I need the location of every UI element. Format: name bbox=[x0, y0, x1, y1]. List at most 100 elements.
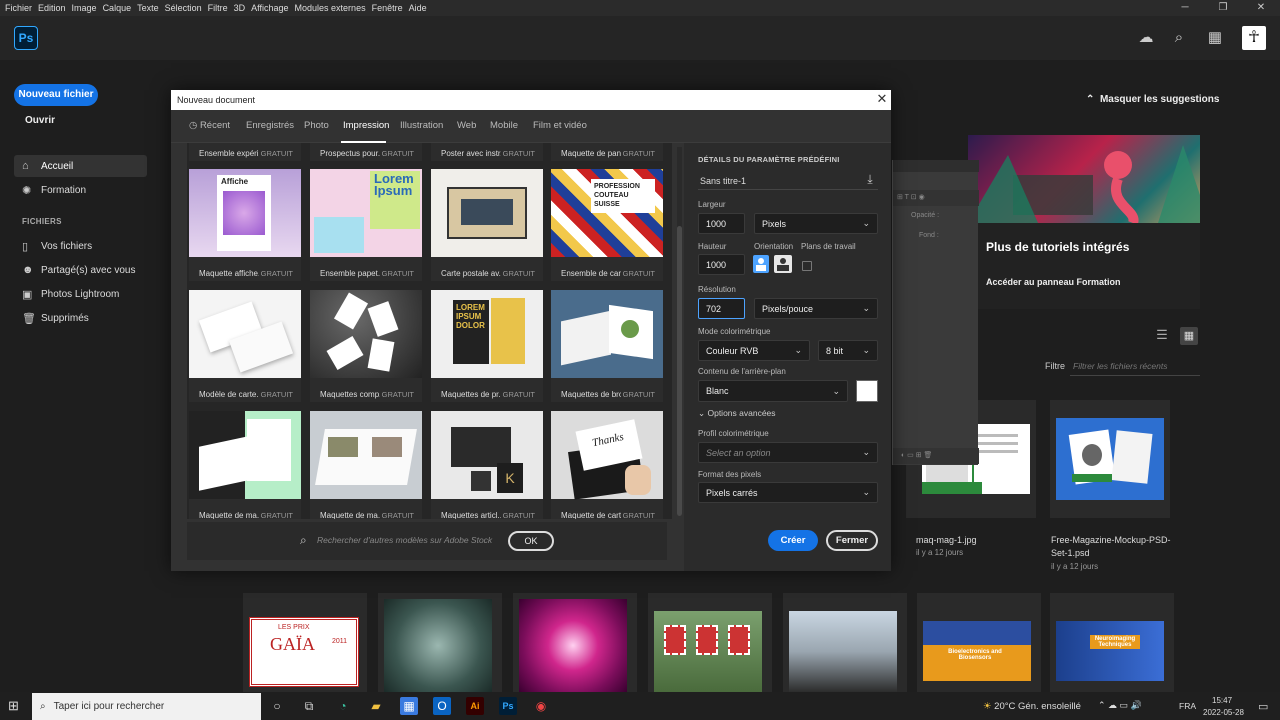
resolution-unit-select[interactable]: Pixels/pouce ⌄ bbox=[754, 298, 878, 319]
recent-file-card[interactable] bbox=[513, 593, 637, 692]
language-indicator[interactable]: FRA bbox=[1179, 701, 1196, 711]
recent-file-card[interactable] bbox=[378, 593, 502, 692]
learn-panel-link[interactable]: Accéder au panneau Formation bbox=[986, 277, 1121, 287]
menu-filtre[interactable]: Filtre bbox=[205, 3, 231, 13]
close-window-icon[interactable]: ✕ bbox=[1242, 0, 1280, 16]
template-card[interactable]: Maquette de ma... GRATUIT bbox=[310, 411, 422, 519]
menu-edition[interactable]: Edition bbox=[35, 3, 69, 13]
tab-recent[interactable]: ◷ Récent bbox=[189, 120, 230, 131]
landscape-orientation-button[interactable] bbox=[774, 255, 792, 273]
search-icon[interactable]: ⌕ bbox=[1169, 28, 1189, 48]
sidebar-item-your-files[interactable]: ▯ Vos fichiers bbox=[14, 235, 147, 257]
clock-time[interactable]: 15:47 bbox=[1212, 696, 1232, 705]
sidebar-item-home[interactable]: ⌂ Accueil bbox=[14, 155, 147, 177]
width-unit-select[interactable]: Pixels ⌄ bbox=[754, 213, 878, 234]
new-file-button[interactable]: Nouveau fichier bbox=[14, 84, 98, 106]
template-card[interactable]: Poster avec instr... GRATUIT bbox=[431, 143, 543, 161]
background-color-swatch[interactable] bbox=[856, 380, 878, 402]
save-preset-icon[interactable]: ⤓ bbox=[862, 172, 878, 188]
dialog-close-icon[interactable]: ✕ bbox=[876, 92, 888, 106]
menu-fenetre[interactable]: Fenêtre bbox=[369, 3, 406, 13]
store-icon[interactable]: ▦ bbox=[400, 697, 418, 715]
cortana-icon[interactable]: ○ bbox=[268, 697, 286, 715]
minimize-icon[interactable]: ─ bbox=[1166, 0, 1204, 16]
template-card[interactable]: Prospectus pour... GRATUIT bbox=[310, 143, 422, 161]
outlook-icon[interactable]: O bbox=[433, 697, 451, 715]
tab-print[interactable]: Impression bbox=[343, 120, 389, 131]
tab-mobile[interactable]: Mobile bbox=[490, 120, 518, 131]
portrait-orientation-button[interactable] bbox=[753, 255, 769, 273]
menu-modules[interactable]: Modules externes bbox=[292, 3, 369, 13]
template-card[interactable]: LOREM IPSUM DOLOR Maquettes de pr... GRAT… bbox=[431, 290, 543, 402]
template-card[interactable]: Maquette de pan...GRATUIT bbox=[551, 143, 663, 161]
menu-image[interactable]: Image bbox=[69, 3, 100, 13]
recent-file-name[interactable]: maq-mag-1.jpg bbox=[916, 535, 977, 545]
menu-calque[interactable]: Calque bbox=[100, 3, 135, 13]
tray-icons[interactable]: ⌃ ☁ ▭ 🔊 bbox=[1098, 700, 1142, 711]
filter-input[interactable]: Filtrer les fichiers récents bbox=[1070, 358, 1200, 376]
windows-start-icon[interactable]: ⊞ bbox=[8, 698, 22, 713]
template-card[interactable]: Ensemble expéri... GRATUIT bbox=[189, 143, 301, 161]
taskbar-search[interactable]: ⌕ Taper ici pour rechercher bbox=[32, 693, 261, 720]
tab-illustration[interactable]: Illustration bbox=[400, 120, 443, 131]
cloud-icon[interactable]: ☁ bbox=[1136, 28, 1156, 48]
recent-file-card[interactable] bbox=[783, 593, 907, 692]
menu-fichier[interactable]: Fichier bbox=[2, 3, 35, 13]
menu-3d[interactable]: 3D bbox=[231, 3, 249, 13]
maximize-icon[interactable]: ❐ bbox=[1204, 0, 1242, 16]
recent-file-name[interactable]: Free-Magazine-Mockup-PSD- bbox=[1051, 535, 1171, 545]
template-card[interactable]: K Maquettes articl... GRATUIT bbox=[431, 411, 543, 519]
app-icon[interactable]: ◉ bbox=[532, 697, 550, 715]
template-card[interactable]: Carte postale av... GRATUIT bbox=[431, 169, 543, 281]
template-card[interactable]: Maquette de ma... GRATUIT bbox=[189, 411, 301, 519]
file-explorer-icon[interactable]: ▰ bbox=[367, 697, 385, 715]
weather-widget[interactable]: ☀ 20°C Gén. ensoleillé bbox=[983, 701, 1081, 712]
resolution-input[interactable]: 702 bbox=[698, 298, 745, 319]
avatar[interactable]: ☥ bbox=[1242, 26, 1266, 50]
task-view-icon[interactable]: ⧉ bbox=[300, 697, 318, 715]
create-button[interactable]: Créer bbox=[768, 530, 818, 551]
recent-file-card[interactable] bbox=[1050, 400, 1170, 518]
bit-depth-select[interactable]: 8 bit ⌄ bbox=[818, 340, 878, 361]
recent-file-card[interactable]: Neuroimaging Techniques bbox=[1050, 593, 1174, 692]
template-card[interactable]: Maquettes de bro...GRATUIT bbox=[551, 290, 663, 402]
template-card[interactable]: Lorem Ipsum Ensemble papet... GRATUIT bbox=[310, 169, 422, 281]
close-button[interactable]: Fermer bbox=[826, 530, 878, 551]
sidebar-item-learn[interactable]: ✺ Formation bbox=[14, 179, 147, 201]
pixel-aspect-select[interactable]: Pixels carrés ⌄ bbox=[698, 482, 878, 503]
photoshop-logo[interactable]: Ps bbox=[14, 26, 38, 50]
stock-search-input[interactable]: Rechercher d'autres modèles sur Adobe St… bbox=[317, 535, 492, 545]
template-card[interactable]: Thanks Maquette de cart...GRATUIT bbox=[551, 411, 663, 519]
template-card[interactable]: Modèle de carte... GRATUIT bbox=[189, 290, 301, 402]
edge-icon[interactable]: ◔ bbox=[334, 697, 352, 715]
menu-affichage[interactable]: Affichage bbox=[248, 3, 291, 13]
sidebar-item-lightroom[interactable]: ▣ Photos Lightroom bbox=[14, 283, 147, 305]
tab-saved[interactable]: Enregistrés bbox=[246, 120, 294, 131]
color-profile-select[interactable]: Select an option ⌄ bbox=[698, 442, 878, 463]
hide-suggestions-button[interactable]: ⌃ Masquer les suggestions bbox=[1086, 94, 1219, 105]
menu-aide[interactable]: Aide bbox=[406, 3, 430, 13]
ok-button[interactable]: OK bbox=[508, 531, 554, 551]
document-name-input[interactable]: Sans titre-1 bbox=[698, 171, 878, 190]
sidebar-item-deleted[interactable]: 🗑 Supprimés bbox=[14, 307, 147, 329]
height-input[interactable]: 1000 bbox=[698, 254, 745, 275]
color-mode-select[interactable]: Couleur RVB ⌄ bbox=[698, 340, 810, 361]
list-view-icon[interactable]: ☰ bbox=[1153, 327, 1171, 345]
width-input[interactable]: 1000 bbox=[698, 213, 745, 234]
background-select[interactable]: Blanc ⌄ bbox=[698, 380, 848, 402]
recent-file-card[interactable]: LES PRIX GAÏA 2011 bbox=[243, 593, 367, 692]
recent-file-card[interactable]: Bioelectronics and Biosensors bbox=[917, 593, 1041, 692]
template-card[interactable]: Maquettes comp... GRATUIT bbox=[310, 290, 422, 402]
grid-view-icon[interactable]: ▦ bbox=[1180, 327, 1198, 345]
recent-file-card[interactable] bbox=[648, 593, 772, 692]
tab-web[interactable]: Web bbox=[457, 120, 476, 131]
advanced-options-toggle[interactable]: ⌄ Options avancées bbox=[698, 408, 776, 419]
template-card[interactable]: Affiche Maquette affiche... GRATUIT bbox=[189, 169, 301, 281]
clock-date[interactable]: 2022-05-28 bbox=[1203, 708, 1244, 717]
artboards-checkbox[interactable] bbox=[802, 261, 812, 271]
tab-film-video[interactable]: Film et vidéo bbox=[533, 120, 587, 131]
tab-photo[interactable]: Photo bbox=[304, 120, 329, 131]
templates-scrollbar-thumb[interactable] bbox=[677, 226, 682, 516]
gift-icon[interactable]: ▦ bbox=[1205, 28, 1225, 48]
sidebar-item-shared[interactable]: ☻ Partagé(s) avec vous bbox=[14, 259, 147, 281]
